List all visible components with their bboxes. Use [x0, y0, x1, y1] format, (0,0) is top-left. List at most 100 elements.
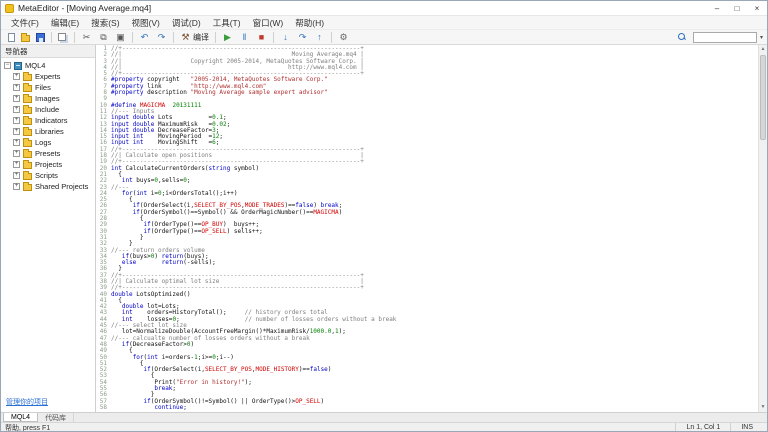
open-file-icon — [21, 35, 30, 42]
expander-icon[interactable]: + — [13, 95, 20, 102]
code-text: double LotsOptimized() — [111, 292, 190, 298]
menu-view[interactable]: 视图(V) — [126, 16, 166, 29]
copy-icon: ⧉ — [98, 32, 109, 43]
window-title: MetaEditor - [Moving Average.mq4] — [18, 3, 707, 13]
sidebar-item-logs[interactable]: +Logs — [1, 137, 95, 148]
code-line: 58 continue; — [96, 405, 758, 411]
sidebar-item-include[interactable]: +Include — [1, 104, 95, 115]
step-into-icon: ↓ — [280, 32, 291, 43]
search-input[interactable] — [693, 32, 757, 43]
save-icon — [36, 33, 45, 42]
debug-pause-button[interactable]: ‖ — [236, 31, 253, 44]
sidebar-item-label: Projects — [35, 160, 62, 169]
expander-icon[interactable]: + — [13, 117, 20, 124]
folder-icon — [23, 118, 32, 125]
folder-icon — [23, 85, 32, 92]
open-file-button[interactable] — [18, 31, 33, 44]
sidebar-item-label: Indicators — [35, 116, 68, 125]
code-text: int CalculateCurrentOrders(string symbol… — [111, 166, 259, 172]
debug-stop-button[interactable]: ■ — [253, 31, 270, 44]
debug-start-button[interactable]: ▶ — [219, 31, 236, 44]
expander-icon[interactable]: − — [4, 62, 11, 69]
menu-tools[interactable]: 工具(T) — [207, 16, 247, 29]
expander-icon[interactable]: + — [13, 150, 20, 157]
new-file-icon — [8, 33, 15, 42]
expander-icon[interactable]: + — [13, 161, 20, 168]
expander-icon[interactable]: + — [13, 183, 20, 190]
expander-icon[interactable]: + — [13, 172, 20, 179]
expander-icon[interactable]: + — [13, 84, 20, 91]
sidebar-item-label: Files — [35, 83, 51, 92]
status-bar: 帮助, press F1 Ln 1, Col 1 INS — [1, 422, 767, 432]
code-editor[interactable]: 1//+------------------------------------… — [96, 45, 767, 412]
expander-icon[interactable]: + — [13, 128, 20, 135]
paste-button[interactable]: ▣ — [112, 31, 129, 44]
settings-button[interactable]: ⚙ — [335, 31, 352, 44]
manage-projects-link[interactable]: 管理你的项目 — [6, 399, 48, 406]
close-button[interactable]: × — [747, 1, 767, 15]
redo-button[interactable]: ↷ — [153, 31, 170, 44]
scrollbar-thumb[interactable] — [760, 55, 766, 140]
expander-icon[interactable]: + — [13, 106, 20, 113]
sidebar-item-presets[interactable]: + Presets — [1, 148, 95, 159]
compile-icon: ⚒ — [180, 32, 191, 43]
quick-search-button[interactable] — [675, 31, 690, 44]
sidebar-item-label: MQL4 — [25, 61, 45, 70]
sidebar-item-files[interactable]: + Files — [1, 82, 95, 93]
save-button[interactable] — [33, 31, 48, 44]
folder-icon — [23, 162, 32, 169]
sidebar-item-experts[interactable]: + Experts — [1, 71, 95, 82]
cursor-position: Ln 1, Col 1 — [675, 423, 730, 432]
step-into-button[interactable]: ↓ — [277, 31, 294, 44]
profiles-button[interactable] — [55, 31, 71, 44]
menu-help[interactable]: 帮助(H) — [289, 16, 330, 29]
maximize-button[interactable]: □ — [727, 1, 747, 15]
metaeditor-window: MetaEditor - [Moving Average.mq4] – □ × … — [0, 0, 768, 432]
title-bar: MetaEditor - [Moving Average.mq4] – □ × — [1, 1, 767, 16]
status-help-text: 帮助, press F1 — [5, 423, 675, 432]
sidebar-item-libraries[interactable]: +Libraries — [1, 126, 95, 137]
expander-icon[interactable]: + — [13, 73, 20, 80]
sidebar-item-indicators[interactable]: + Indicators — [1, 115, 95, 126]
navigator-tree: −MQL4+Experts+Files+Images+Include+Indic… — [1, 58, 95, 388]
sidebar-item-label: Presets — [35, 149, 60, 158]
copy-button[interactable]: ⧉ — [95, 31, 112, 44]
toolbar-search-area: ▾ — [675, 31, 763, 44]
sidebar-item-projects[interactable]: + Projects — [1, 159, 95, 170]
sidebar-item-label: Shared Projects — [35, 182, 88, 191]
toolbar-separator — [74, 32, 75, 43]
expander-icon[interactable]: + — [13, 139, 20, 146]
cut-icon: ✂ — [81, 32, 92, 43]
menu-debug[interactable]: 调试(D) — [166, 16, 207, 29]
sidebar-item-images[interactable]: +Images — [1, 93, 95, 104]
menu-window[interactable]: 窗口(W) — [247, 16, 290, 29]
compile-label: 编译 — [193, 32, 209, 43]
cut-button[interactable]: ✂ — [78, 31, 95, 44]
menu-edit[interactable]: 编辑(E) — [45, 16, 85, 29]
sidebar-item-scripts[interactable]: +Scripts — [1, 170, 95, 181]
tab-codebase[interactable]: 代码库 — [38, 413, 74, 422]
redo-icon: ↷ — [156, 32, 167, 43]
sidebar-item-shared-projects[interactable]: + Shared Projects — [1, 181, 95, 192]
sidebar-item-label: Experts — [35, 72, 60, 81]
scroll-down-icon[interactable]: ▼ — [759, 403, 767, 412]
menu-search[interactable]: 搜索(S) — [85, 16, 125, 29]
vertical-scrollbar[interactable]: ▲ ▼ — [758, 45, 767, 412]
minimize-button[interactable]: – — [707, 1, 727, 15]
folder-icon — [23, 184, 32, 191]
toolbar-separator — [273, 32, 274, 43]
tab-mql4[interactable]: MQL4 — [3, 413, 38, 422]
sidebar-item-mql4[interactable]: − MQL4 — [1, 60, 95, 71]
new-file-button[interactable] — [5, 31, 18, 44]
undo-button[interactable]: ↶ — [136, 31, 153, 44]
search-dropdown-icon[interactable]: ▾ — [760, 34, 763, 41]
code-text: #property description "Moving Average sa… — [111, 90, 328, 96]
book-icon — [14, 62, 22, 70]
step-over-button[interactable]: ↷ — [294, 31, 311, 44]
compile-button[interactable]: ⚒编译 — [177, 31, 212, 44]
search-icon — [678, 33, 687, 42]
step-out-button[interactable]: ↑ — [311, 31, 328, 44]
line-number: 58 — [96, 405, 111, 411]
scroll-up-icon[interactable]: ▲ — [759, 45, 767, 54]
menu-file[interactable]: 文件(F) — [5, 16, 45, 29]
